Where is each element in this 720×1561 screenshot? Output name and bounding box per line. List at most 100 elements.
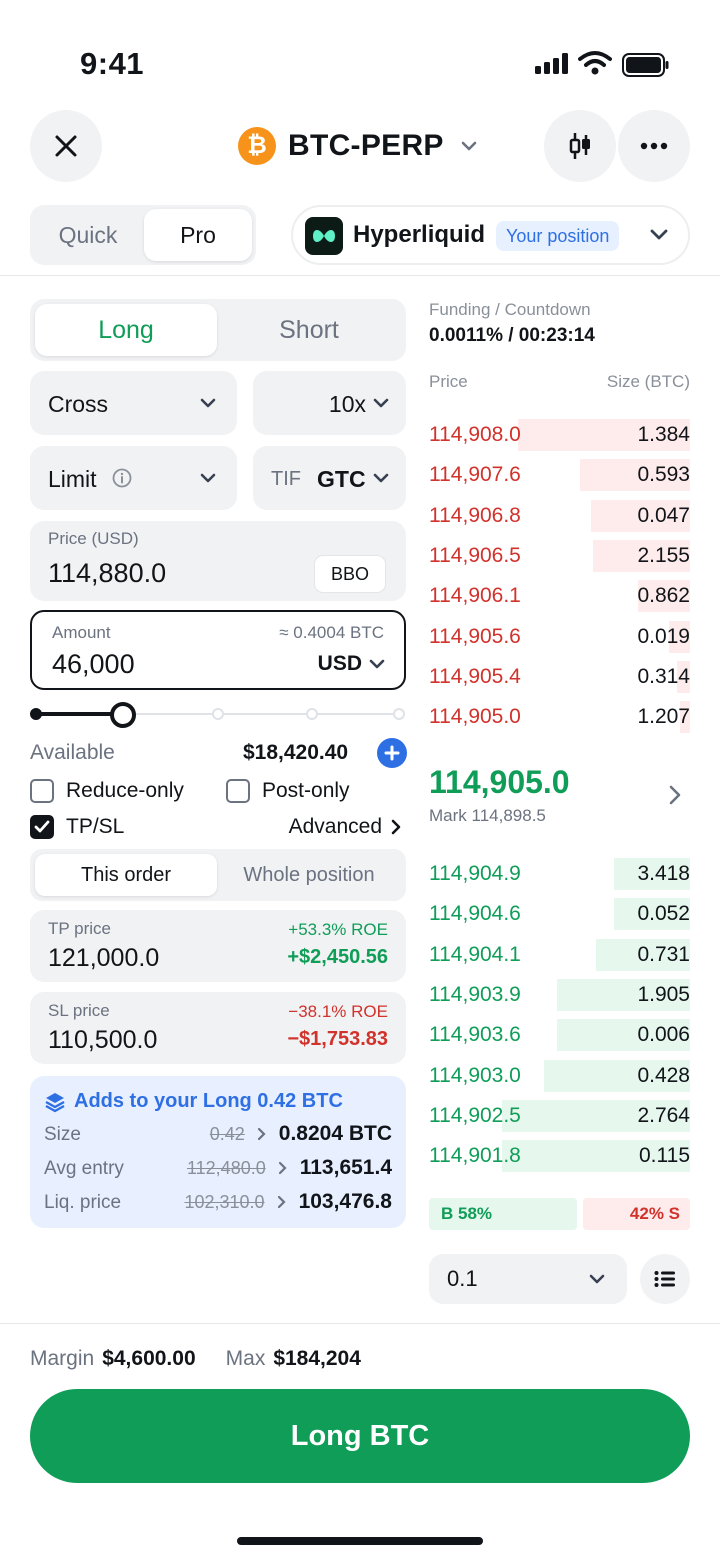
bid-size: 3.418: [637, 862, 690, 885]
layers-icon: [45, 1092, 65, 1112]
amount-slider-thumb[interactable]: [110, 702, 136, 728]
amount-value: 46,000: [52, 649, 135, 679]
advanced-link[interactable]: Advanced: [289, 815, 402, 839]
short-tab[interactable]: Short: [218, 304, 400, 356]
pair-title: BTC-PERP: [288, 129, 444, 162]
tick-size-select[interactable]: 0.1: [429, 1254, 627, 1304]
bbo-button[interactable]: BBO: [314, 555, 386, 593]
margin-mode-value: Cross: [48, 391, 109, 417]
bid-price: 114,904.1: [429, 942, 521, 966]
ask-price: 114,907.6: [429, 463, 521, 487]
amount-field[interactable]: Amount ≈ 0.4004 BTC 46,000 USD: [30, 610, 406, 690]
chevron-right-icon: [278, 1161, 287, 1175]
ask-size: 2.155: [637, 543, 690, 567]
bid-row[interactable]: 114,904.1 0.731: [429, 937, 690, 973]
amount-unit: USD: [317, 652, 362, 675]
summary-avg-entry-label: Avg entry: [44, 1158, 124, 1179]
bid-size: 2.764: [637, 1103, 690, 1127]
tick-size-value: 0.1: [447, 1266, 478, 1291]
price-field[interactable]: Price (USD) 114,880.0 BBO: [30, 521, 406, 601]
reduce-only-option[interactable]: Reduce-only: [30, 779, 184, 803]
slider-step-100[interactable]: [393, 708, 405, 720]
margin-mode-select[interactable]: Cross: [30, 371, 237, 435]
tpsl-option[interactable]: TP/SL: [30, 815, 124, 839]
sl-pnl: −$1,753.83: [287, 1028, 388, 1050]
reduce-only-checkbox[interactable]: [30, 779, 54, 803]
add-funds-button[interactable]: [377, 738, 407, 768]
bid-row[interactable]: 114,903.0 0.428: [429, 1058, 690, 1094]
available-value: $18,420.40: [243, 741, 349, 764]
more-button[interactable]: [618, 110, 690, 182]
tp-pnl: +$2,450.56: [287, 946, 388, 968]
whole-position-tab[interactable]: Whole position: [218, 854, 400, 896]
bid-row[interactable]: 114,904.9 3.418: [429, 856, 690, 892]
ask-row[interactable]: 114,907.6 0.593: [429, 457, 690, 493]
battery-icon: [622, 53, 669, 77]
chevron-right-icon: [277, 1195, 286, 1209]
bid-size: 0.115: [639, 1144, 690, 1168]
slider-step-75[interactable]: [306, 708, 318, 720]
close-button[interactable]: [30, 110, 102, 182]
leverage-select[interactable]: 10x: [253, 371, 406, 435]
long-tab[interactable]: Long: [35, 304, 217, 356]
info-icon[interactable]: [112, 468, 132, 488]
ask-price: 114,906.8: [429, 503, 521, 527]
ask-row[interactable]: 114,906.8 0.047: [429, 498, 690, 534]
position-badge: Your position: [496, 221, 620, 251]
tif-select[interactable]: TIF GTC: [253, 446, 406, 510]
mid-price[interactable]: 114,905.0: [429, 764, 570, 801]
ask-size: 0.019: [637, 624, 690, 648]
bid-size: 1.905: [637, 982, 690, 1006]
summary-liq-old: 102,310.0: [184, 1191, 265, 1212]
mode-pro-tab[interactable]: Pro: [144, 209, 252, 261]
ask-size: 0.047: [637, 503, 690, 527]
bid-size: 0.052: [637, 902, 690, 926]
mode-quick-tab[interactable]: Quick: [30, 205, 146, 265]
summary-size-label: Size: [44, 1124, 81, 1145]
summary-size-old: 0.42: [209, 1123, 245, 1144]
sl-roe: −38.1% ROE: [288, 1002, 388, 1021]
ask-row[interactable]: 114,905.6 0.019: [429, 619, 690, 655]
post-only-checkbox[interactable]: [226, 779, 250, 803]
bid-row[interactable]: 114,904.6 0.052: [429, 896, 690, 932]
chevron-down-icon: [200, 398, 216, 408]
ask-row[interactable]: 114,905.0 1.207: [429, 699, 690, 735]
home-indicator[interactable]: [237, 1537, 483, 1545]
tpsl-checkbox[interactable]: [30, 815, 54, 839]
margin-label: Margin: [30, 1347, 95, 1370]
order-type-select[interactable]: Limit: [30, 446, 237, 510]
chevron-right-icon: [391, 819, 401, 835]
summary-liq-label: Liq. price: [44, 1192, 122, 1213]
chevron-down-icon: [369, 659, 385, 669]
ask-row[interactable]: 114,908.0 1.384: [429, 417, 690, 453]
ask-row[interactable]: 114,906.5 2.155: [429, 538, 690, 574]
hyperliquid-logo-icon: [305, 217, 343, 255]
max-label: Max: [225, 1347, 266, 1370]
mode-toggle: Quick Pro: [30, 205, 256, 265]
long-btc-button[interactable]: Long BTC: [30, 1389, 690, 1483]
bid-row[interactable]: 114,903.6 0.006: [429, 1017, 690, 1053]
slider-step-50[interactable]: [212, 708, 224, 720]
bid-row[interactable]: 114,901.8 0.115: [429, 1138, 690, 1174]
chart-button[interactable]: [544, 110, 616, 182]
tp-price-field[interactable]: TP price 121,000.0 +53.3% ROE +$2,450.56: [30, 910, 406, 982]
chevron-right-icon[interactable]: [668, 784, 682, 806]
tif-label: TIF: [271, 468, 301, 490]
orderbook-view-button[interactable]: [640, 1254, 690, 1304]
exchange-selector[interactable]: Hyperliquid Your position: [291, 205, 690, 265]
pair-selector[interactable]: ₿ BTC-PERP: [238, 126, 478, 166]
amount-unit-select[interactable]: USD: [318, 652, 386, 676]
ask-size: 1.207: [637, 705, 690, 729]
leverage-value: 10x: [328, 391, 366, 417]
ask-row[interactable]: 114,906.1 0.862: [429, 578, 690, 614]
sl-price-field[interactable]: SL price 110,500.0 −38.1% ROE −$1,753.83: [30, 992, 406, 1064]
tpsl-scope-toggle: This order Whole position: [30, 849, 406, 901]
this-order-tab[interactable]: This order: [35, 854, 217, 896]
max-value: $184,204: [273, 1347, 361, 1370]
slider-step-0[interactable]: [30, 708, 42, 720]
bid-row[interactable]: 114,903.9 1.905: [429, 977, 690, 1013]
ask-row[interactable]: 114,905.4 0.314: [429, 659, 690, 695]
status-time: 9:41: [80, 46, 145, 81]
post-only-option[interactable]: Post-only: [226, 779, 350, 803]
bid-row[interactable]: 114,902.5 2.764: [429, 1098, 690, 1134]
